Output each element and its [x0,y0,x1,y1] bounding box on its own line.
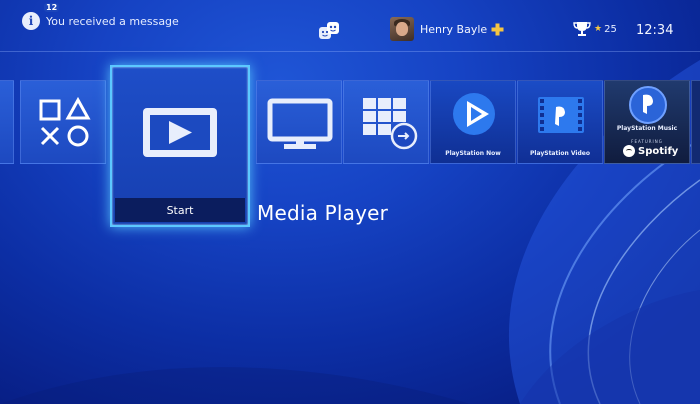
trophy-level: 25 [604,23,617,35]
star-icon: ★ [594,24,603,34]
avatar [390,17,414,41]
notification-area[interactable]: i 12 You received a message [22,3,179,30]
featuring-label: FEATURING [631,139,663,144]
spotify-icon [623,145,635,157]
tile-next[interactable] [691,80,700,164]
friends-icon[interactable] [318,21,340,41]
tile-media-player[interactable]: Start [110,65,250,227]
user-profile[interactable]: Henry Bayle [390,17,504,41]
selected-app-title: Media Player [257,201,389,225]
tile-playstation-store[interactable] [20,80,106,164]
playstation-music-label: PlayStation Music [616,125,678,132]
spotify-logo: Spotify [623,145,678,157]
tile-previous[interactable] [0,80,14,164]
play-icon [143,108,217,157]
trophy-area[interactable]: ★ 25 [573,21,617,37]
monitor-icon [267,98,333,149]
start-button-label: Start [166,203,194,217]
tile-playstation-video[interactable]: PlayStation Video [517,80,603,164]
tile-internet-browser[interactable] [343,80,429,164]
start-button[interactable]: Start [115,198,245,222]
top-divider [0,51,700,52]
trophy-icon [573,22,591,36]
user-name: Henry Bayle [420,22,488,36]
notification-text: You received a message [46,14,179,28]
playstation-plus-icon [491,23,504,35]
spotify-label: Spotify [638,145,679,157]
playstation-video-label: PlayStation Video [530,150,590,157]
info-icon: i [22,12,40,30]
grid-icon [363,98,418,150]
clock: 12:34 [636,23,674,38]
tile-playstation-music[interactable]: PlayStation Music FEATURING Spotify [604,80,690,164]
ps-shapes-icon [39,96,91,147]
playstation-now-label: PlayStation Now [445,150,501,157]
top-status-bar: i 12 You received a message Henry Bayle [0,0,700,52]
notification-count: 12 [44,3,60,12]
tile-playstation-now[interactable]: PlayStation Now [430,80,516,164]
tile-tv[interactable] [256,80,342,164]
